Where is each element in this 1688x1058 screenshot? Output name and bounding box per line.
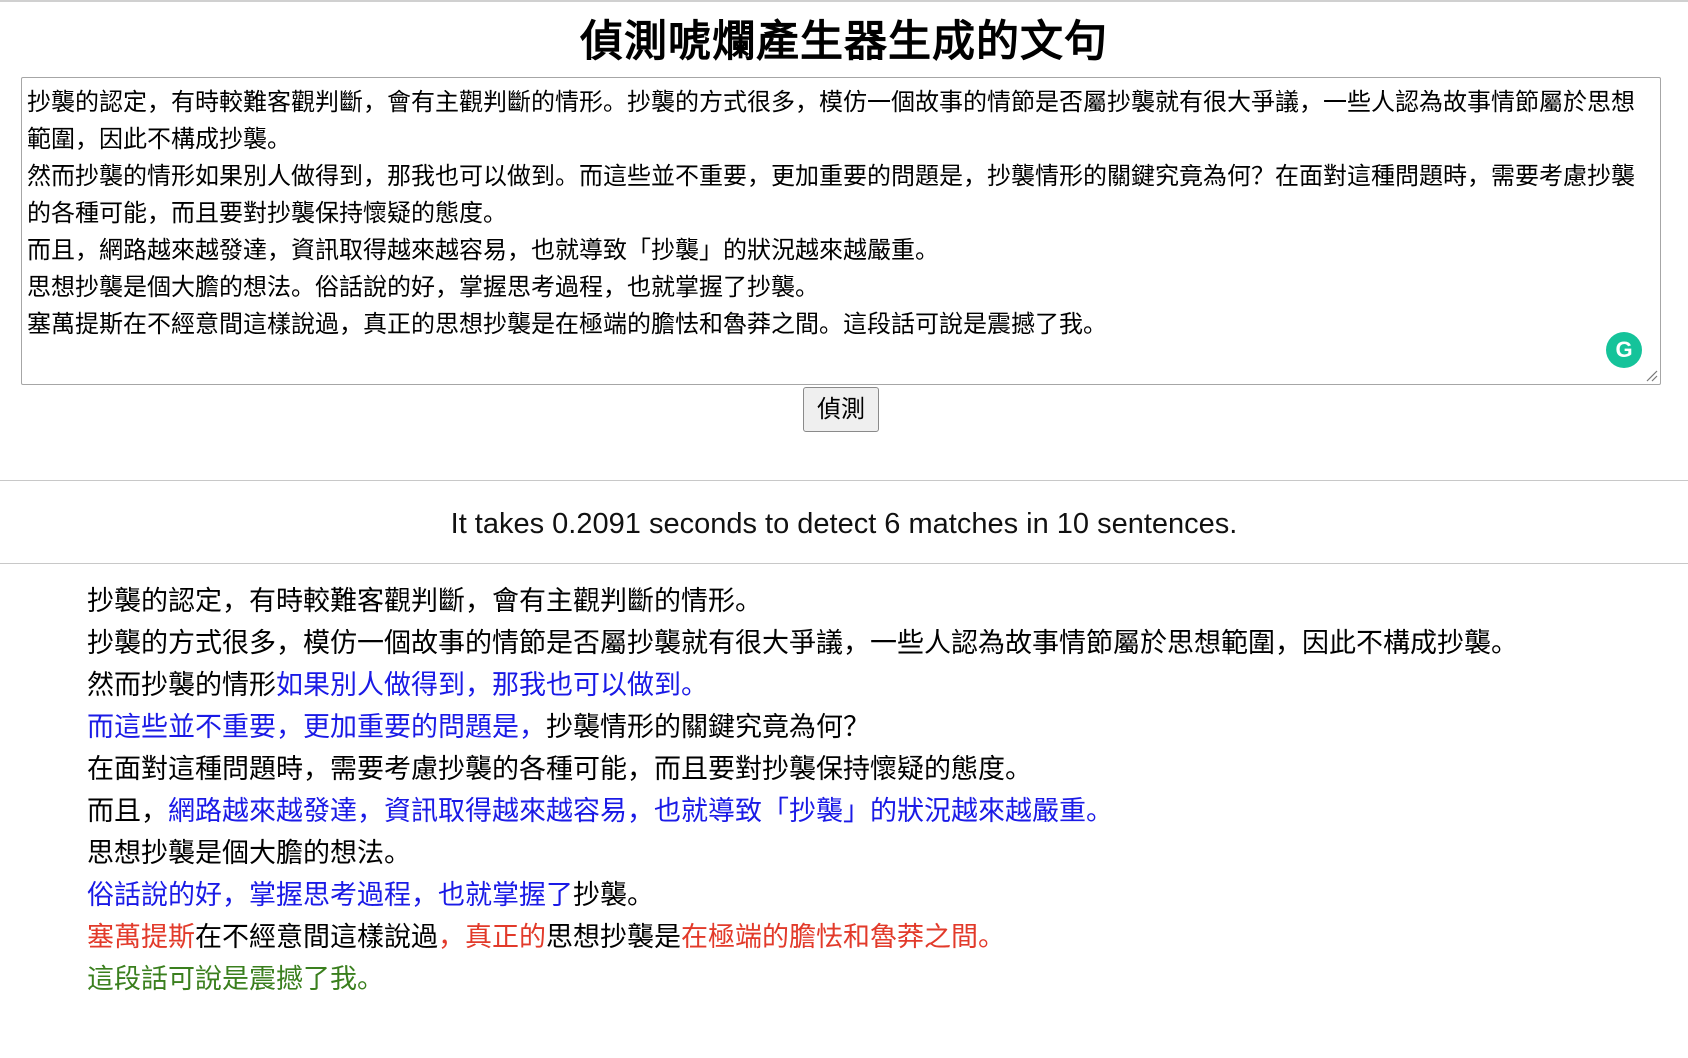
- result-sentence: 然而抄襲的情形如果別人做得到，那我也可以做到。: [87, 665, 1597, 707]
- text-input[interactable]: [22, 78, 1660, 384]
- divider-top: [0, 480, 1688, 481]
- result-sentence: 俗話說的好，掌握思考過程，也就掌握了抄襲。: [87, 875, 1597, 917]
- result-segment-blue: 網路越來越發達，資訊取得越來越容易，也就導致「抄襲」的狀況越來越嚴重。: [168, 796, 1113, 827]
- result-sentence: 而這些並不重要，更加重要的問題是，抄襲情形的關鍵究竟為何？: [87, 707, 1597, 749]
- result-segment-red: 在極端的膽怯和魯莽之間。: [681, 922, 1005, 953]
- result-segment-plain: 抄襲。: [573, 880, 654, 911]
- result-sentence: 而且，網路越來越發達，資訊取得越來越容易，也就導致「抄襲」的狀況越來越嚴重。: [87, 791, 1597, 833]
- result-segment-plain: 思想抄襲是: [546, 922, 681, 953]
- result-segment-blue: 而這些並不重要，更加重要的問題是，: [87, 712, 546, 743]
- detection-results: 抄襲的認定，有時較難客觀判斷，會有主觀判斷的情形。抄襲的方式很多，模仿一個故事的…: [87, 581, 1597, 1001]
- result-sentence: 抄襲的認定，有時較難客觀判斷，會有主觀判斷的情形。: [87, 581, 1597, 623]
- resize-handle-icon[interactable]: [1644, 368, 1658, 382]
- result-segment-green: 這段話可說是震撼了我。: [87, 964, 384, 995]
- result-sentence: 這段話可說是震撼了我。: [87, 959, 1597, 1001]
- detect-button[interactable]: 偵測: [803, 387, 879, 432]
- result-segment-plain: 抄襲情形的關鍵究竟為何？: [546, 712, 870, 743]
- result-segment-plain: 抄襲的方式很多，模仿一個故事的情節是否屬抄襲就有很大爭議，一些人認為故事情節屬於…: [87, 628, 1518, 659]
- grammarly-icon[interactable]: G: [1606, 332, 1642, 368]
- result-segment-plain: 在不經意間這樣說過: [195, 922, 438, 953]
- result-sentence: 抄襲的方式很多，模仿一個故事的情節是否屬抄襲就有很大爭議，一些人認為故事情節屬於…: [87, 623, 1597, 665]
- detection-stats: It takes 0.2091 seconds to detect 6 matc…: [450, 508, 1238, 540]
- page-title: 偵測唬爛產生器生成的文句: [580, 17, 1108, 67]
- top-divider: [0, 0, 1688, 2]
- result-segment-blue: 俗話說的好，掌握思考過程，也就掌握了: [87, 880, 573, 911]
- result-segment-plain: 而且，: [87, 796, 168, 827]
- result-segment-plain: 然而抄襲的情形: [87, 670, 276, 701]
- divider-bottom: [0, 563, 1688, 564]
- result-segment-plain: 思想抄襲是個大膽的想法。: [87, 838, 411, 869]
- result-segment-plain: 在面對這種問題時，需要考慮抄襲的各種可能，而且要對抄襲保持懷疑的態度。: [87, 754, 1032, 785]
- result-segment-red: ，真正的: [438, 922, 546, 953]
- result-sentence: 塞萬提斯在不經意間這樣說過，真正的思想抄襲是在極端的膽怯和魯莽之間。: [87, 917, 1597, 959]
- result-sentence: 在面對這種問題時，需要考慮抄襲的各種可能，而且要對抄襲保持懷疑的態度。: [87, 749, 1597, 791]
- result-segment-plain: 抄襲的認定，有時較難客觀判斷，會有主觀判斷的情形。: [87, 586, 762, 617]
- text-input-box[interactable]: G: [21, 77, 1661, 385]
- result-sentence: 思想抄襲是個大膽的想法。: [87, 833, 1597, 875]
- result-segment-blue: 如果別人做得到，那我也可以做到。: [276, 670, 708, 701]
- result-segment-red: 塞萬提斯: [87, 922, 195, 953]
